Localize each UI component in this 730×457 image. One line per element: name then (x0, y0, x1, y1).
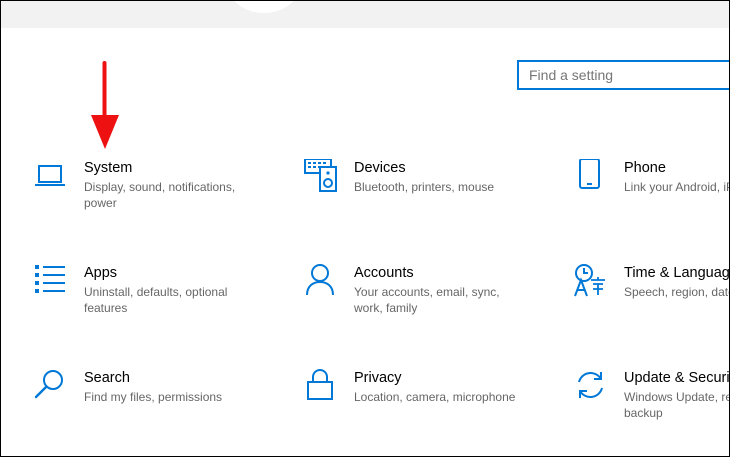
header-avatar-shape (228, 1, 300, 13)
tile-description: Your accounts, email, sync, work, family (354, 285, 500, 315)
tile-title: Apps (84, 265, 118, 281)
tile-title: Phone (624, 160, 666, 176)
tile-accounts[interactable]: Accounts Your accounts, email, sync, wor… (304, 264, 554, 344)
update-icon (578, 372, 603, 398)
tile-description: Link your Android, iP (624, 180, 730, 194)
settings-window: System Display, sound, notifications, po… (0, 0, 730, 457)
tile-description: Display, sound, notifications, power (84, 180, 236, 210)
tile-update-security[interactable]: Update & Security Windows Update, reco b… (574, 369, 730, 449)
tile-description: Bluetooth, printers, mouse (354, 180, 495, 194)
tile-title: Privacy (354, 370, 402, 386)
apps-list-icon (35, 265, 65, 293)
search-box[interactable] (517, 60, 729, 90)
time-language-icon (574, 264, 605, 297)
person-icon (306, 264, 334, 296)
lock-icon (307, 369, 333, 400)
tile-description: Speech, region, date (624, 285, 730, 299)
tile-description: Uninstall, defaults, optional features (84, 285, 228, 315)
tile-apps[interactable]: Apps Uninstall, defaults, optional featu… (34, 264, 284, 344)
search-input[interactable] (519, 62, 729, 88)
tile-phone[interactable]: Phone Link your Android, iP (574, 159, 730, 239)
annotation-arrow-icon (91, 61, 119, 149)
tile-privacy[interactable]: Privacy Location, camera, microphone (304, 369, 554, 449)
phone-icon (579, 159, 600, 189)
tile-title: Update & Security (624, 370, 730, 386)
search-icon (34, 370, 63, 399)
tile-description: Location, camera, microphone (354, 390, 516, 404)
tile-title: Accounts (354, 265, 414, 281)
tile-system[interactable]: System Display, sound, notifications, po… (34, 159, 284, 239)
tile-title: System (84, 160, 133, 176)
laptop-icon (35, 165, 65, 186)
tile-description: Find my files, permissions (84, 390, 223, 404)
tile-description: Windows Update, reco backup (624, 390, 729, 420)
tile-time-language[interactable]: Time & Language Speech, region, date (574, 264, 730, 344)
devices-icon (304, 159, 337, 192)
tile-title: Time & Language (624, 265, 730, 281)
tile-search[interactable]: Search Find my files, permissions (34, 369, 284, 449)
tile-title: Devices (354, 160, 406, 176)
header-strip (1, 1, 729, 28)
tile-devices[interactable]: Devices Bluetooth, printers, mouse (304, 159, 554, 239)
tile-title: Search (84, 370, 130, 386)
